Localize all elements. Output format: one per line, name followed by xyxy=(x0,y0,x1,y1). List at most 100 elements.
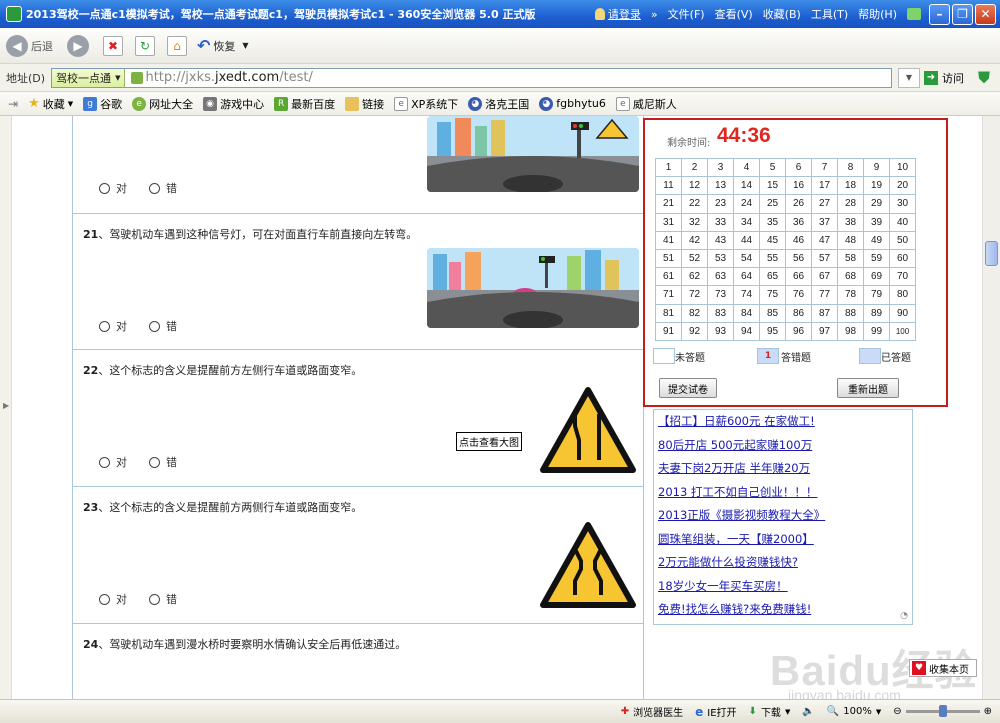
question-number-cell[interactable]: 30 xyxy=(889,194,916,214)
stop-button[interactable]: ✖ xyxy=(103,35,123,56)
question-number-cell[interactable]: 41 xyxy=(655,230,682,250)
question-number-cell[interactable]: 31 xyxy=(655,212,682,232)
zoom-slider[interactable]: ⊖ ⊕ xyxy=(893,705,992,717)
question-number-cell[interactable]: 65 xyxy=(759,267,786,287)
question-number-cell[interactable]: 60 xyxy=(889,248,916,269)
ad-link[interactable]: 2013 打工不如自己创业！！！ xyxy=(658,484,817,500)
question-number-cell[interactable]: 56 xyxy=(785,248,812,269)
close-button[interactable]: ✕ xyxy=(975,3,996,25)
scrollbar-thumb[interactable] xyxy=(985,241,998,266)
fav-fgbhytu6[interactable]: ◕ fgbhytu6 xyxy=(539,96,606,111)
question-number-cell[interactable]: 49 xyxy=(863,230,890,250)
question-number-cell[interactable]: 88 xyxy=(837,303,864,323)
question-number-cell[interactable]: 8 xyxy=(837,157,864,178)
sidebar-toggle-icon[interactable]: ⇥ xyxy=(8,97,18,111)
question-number-cell[interactable]: 21 xyxy=(655,194,682,214)
home-button[interactable]: ⌂ xyxy=(167,35,187,56)
question-number-cell[interactable]: 12 xyxy=(681,176,708,196)
dropdown-button[interactable]: ▼ xyxy=(897,67,920,88)
question-number-cell[interactable]: 86 xyxy=(785,303,812,323)
favorite-page-button[interactable]: ♥ 收集本页 xyxy=(909,659,977,677)
question-number-cell[interactable]: 9 xyxy=(863,157,890,178)
sound-button[interactable]: 🔈 xyxy=(802,706,814,717)
question-number-cell[interactable]: 5 xyxy=(759,157,786,178)
question-number-cell[interactable]: 32 xyxy=(681,212,708,232)
question-number-cell[interactable]: 28 xyxy=(837,194,864,214)
question-number-cell[interactable]: 62 xyxy=(681,267,708,287)
question-number-cell[interactable]: 3 xyxy=(707,157,734,178)
question-number-cell[interactable]: 40 xyxy=(889,212,916,232)
fav-venetian[interactable]: e 威尼斯人 xyxy=(615,96,677,112)
question-number-cell[interactable]: 63 xyxy=(707,267,734,287)
left-sidebar-gutter[interactable]: ▶ xyxy=(0,116,12,699)
question-number-cell[interactable]: 83 xyxy=(707,303,734,323)
option-false[interactable]: 错 xyxy=(149,318,177,334)
question-number-cell[interactable]: 82 xyxy=(681,303,708,323)
question-number-cell[interactable]: 20 xyxy=(889,176,916,196)
restart-exam-button[interactable]: 重新出题 xyxy=(837,378,899,398)
question-number-cell[interactable]: 71 xyxy=(655,285,682,305)
ad-info-icon[interactable]: ◔ xyxy=(897,611,911,623)
radio-true[interactable] xyxy=(99,182,110,194)
question-number-cell[interactable]: 7 xyxy=(811,157,838,178)
question-number-cell[interactable]: 50 xyxy=(889,230,916,250)
ad-link[interactable]: 免费!找怎么赚钱?来免费赚钱! xyxy=(658,601,811,617)
menu-help[interactable]: 帮助(H) xyxy=(858,6,897,22)
question-number-cell[interactable]: 90 xyxy=(889,303,916,323)
maximize-button[interactable]: ❐ xyxy=(952,3,973,25)
question-number-cell[interactable]: 46 xyxy=(785,230,812,250)
question-number-cell[interactable]: 16 xyxy=(785,176,812,196)
option-false[interactable]: 错 xyxy=(149,454,177,470)
question-number-cell[interactable]: 69 xyxy=(863,267,890,287)
zoom-in-icon[interactable]: ⊕ xyxy=(984,706,992,717)
ad-link[interactable]: 18岁少女一年买车买房！ xyxy=(658,578,788,594)
back-button[interactable]: ◀ 后退 xyxy=(6,34,53,57)
question-number-cell[interactable]: 11 xyxy=(655,176,682,196)
question-number-cell[interactable]: 48 xyxy=(837,230,864,250)
option-false[interactable]: 错 xyxy=(149,591,177,607)
question-number-cell[interactable]: 43 xyxy=(707,230,734,250)
question-number-cell[interactable]: 15 xyxy=(759,176,786,196)
question-number-cell[interactable]: 76 xyxy=(785,285,812,305)
question-image[interactable] xyxy=(427,116,639,192)
question-number-cell[interactable]: 10 xyxy=(889,157,916,178)
question-number-cell[interactable]: 89 xyxy=(863,303,890,323)
question-image[interactable] xyxy=(427,248,639,328)
question-number-cell[interactable]: 80 xyxy=(889,285,916,305)
question-number-cell[interactable]: 72 xyxy=(681,285,708,305)
question-number-cell[interactable]: 57 xyxy=(811,248,838,269)
question-number-cell[interactable]: 58 xyxy=(837,248,864,269)
question-number-cell[interactable]: 91 xyxy=(655,321,682,341)
question-number-cell[interactable]: 17 xyxy=(811,176,838,196)
zoom-out-icon[interactable]: ⊖ xyxy=(893,706,901,717)
question-number-cell[interactable]: 26 xyxy=(785,194,812,214)
question-number-cell[interactable]: 27 xyxy=(811,194,838,214)
fav-site-directory[interactable]: e 网址大全 xyxy=(132,96,193,112)
question-image[interactable] xyxy=(539,386,637,476)
question-number-cell[interactable]: 53 xyxy=(707,248,734,269)
visit-button[interactable]: ➜ 访问 xyxy=(923,70,964,86)
question-number-cell[interactable]: 61 xyxy=(655,267,682,287)
question-number-cell[interactable]: 87 xyxy=(811,303,838,323)
menu-view[interactable]: 查看(V) xyxy=(715,6,753,22)
restore-button[interactable]: ↶ 恢复 ▼ xyxy=(197,36,249,55)
forward-button[interactable]: ▶ xyxy=(67,34,89,57)
question-number-cell[interactable]: 44 xyxy=(733,230,760,250)
minimize-button[interactable]: – xyxy=(929,3,950,25)
question-number-cell[interactable]: 18 xyxy=(837,176,864,196)
question-number-cell[interactable]: 39 xyxy=(863,212,890,232)
fav-game-center[interactable]: ◉ 游戏中心 xyxy=(203,96,264,112)
question-number-cell[interactable]: 97 xyxy=(811,321,838,341)
question-number-cell[interactable]: 36 xyxy=(785,212,812,232)
fav-xp-system[interactable]: e XP系统下 xyxy=(394,96,458,112)
more-chevron-icon[interactable]: » xyxy=(651,8,658,21)
question-number-cell[interactable]: 47 xyxy=(811,230,838,250)
fav-latest-baidu[interactable]: R 最新百度 xyxy=(274,96,335,112)
question-number-cell[interactable]: 78 xyxy=(837,285,864,305)
question-number-cell[interactable]: 37 xyxy=(811,212,838,232)
url-field[interactable]: 驾校一点通 ▼ http://jxks.jxedt.com/test/ xyxy=(51,67,892,88)
ad-link[interactable]: 圆珠笔组装，一天【赚2000】 xyxy=(658,531,814,547)
question-number-cell[interactable]: 35 xyxy=(759,212,786,232)
question-number-cell[interactable]: 75 xyxy=(759,285,786,305)
question-number-cell[interactable]: 29 xyxy=(863,194,890,214)
